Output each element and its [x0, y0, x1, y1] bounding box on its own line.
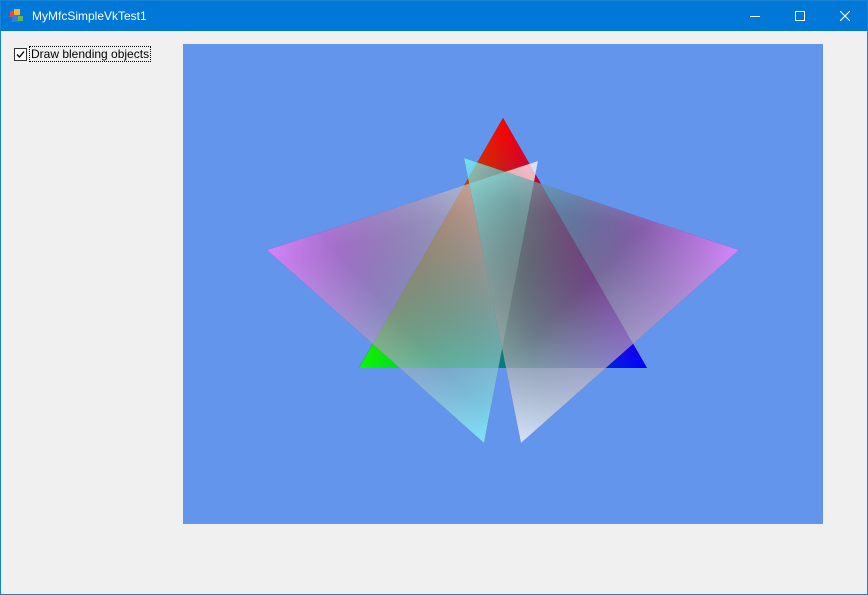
maximize-button[interactable] — [777, 1, 822, 31]
maximize-icon — [794, 11, 805, 21]
title-bar[interactable]: MyMfcSimpleVkTest1 — [1, 1, 867, 31]
minimize-icon — [749, 16, 760, 17]
blend-checkbox-label[interactable]: Draw blending objects — [28, 46, 152, 62]
window-title: MyMfcSimpleVkTest1 — [32, 9, 147, 23]
minimize-button[interactable] — [732, 1, 777, 31]
app-icon[interactable] — [9, 8, 25, 24]
checkmark-icon — [16, 50, 25, 58]
blend-checkbox-row[interactable]: Draw blending objects — [14, 46, 152, 62]
close-icon — [839, 11, 850, 21]
blended-triangle-right — [464, 158, 739, 443]
app-window: MyMfcSimpleVkTest1 Draw blending objects — [0, 0, 868, 595]
render-viewport[interactable] — [183, 44, 823, 524]
close-button[interactable] — [822, 1, 867, 31]
blend-checkbox[interactable] — [14, 47, 27, 61]
render-canvas — [267, 118, 739, 443]
